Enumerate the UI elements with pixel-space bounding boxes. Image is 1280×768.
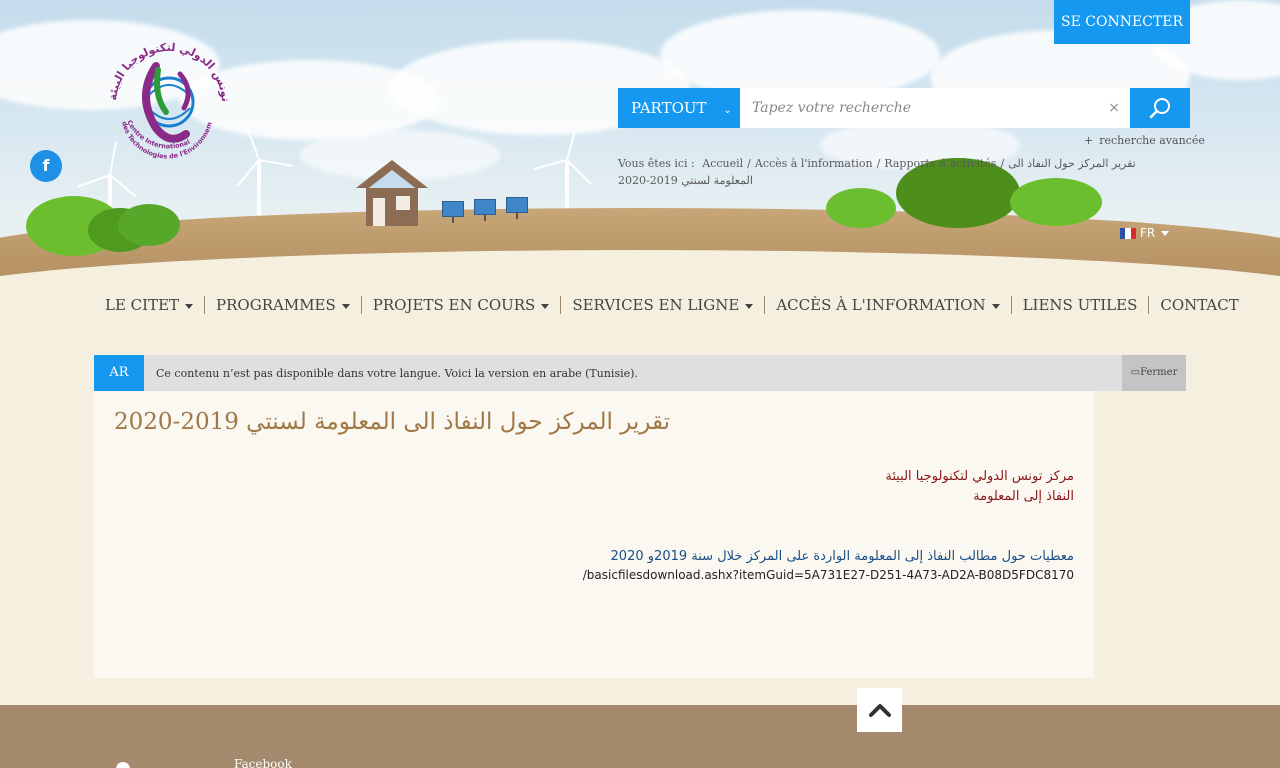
breadcrumb-home[interactable]: Accueil [702,157,743,170]
search-scope-dropdown[interactable]: PARTOUT ⌄ [618,88,740,128]
advanced-search-label: recherche avancée [1099,134,1205,147]
nav-item-liens-utiles[interactable]: LIENS UTILES [1010,296,1149,314]
footer-dot-icon [116,762,130,768]
lang-ar-button[interactable]: AR [94,355,144,391]
bush [118,204,180,246]
nav-item-contact[interactable]: CONTACT [1148,296,1249,314]
page-title: تقرير المركز حول النفاذ الى المعلومة لسن… [114,409,671,435]
language-label: FR [1140,226,1156,240]
citet-logo-icon: مركز تونس الدولي لتكنولوجيا البيئة Centr… [92,16,232,161]
report-url: /basicfilesdownload.ashx?itemGuid=5A731E… [582,568,1074,582]
main-content: تقرير المركز حول النفاذ الى المعلومة لسن… [94,391,1094,678]
nav-item-projets[interactable]: PROJETS EN COURS [360,296,561,314]
org-info: مركز تونس الدولي لتكنولوجيا البيئة النفا… [885,467,1074,507]
search-placeholder: Tapez votre recherche [752,100,912,116]
nav-item-acces-information[interactable]: ACCÈS À L'INFORMATION [764,296,1010,314]
org-name: مركز تونس الدولي لتكنولوجيا البيئة [885,469,1074,484]
caret-down-icon [185,303,194,309]
site-header: مركز تونس الدولي لتكنولوجيا البيئة Centr… [0,0,1280,290]
report-link[interactable]: معطيات حول مطالب النفاذ إلى المعلومة الو… [611,547,1074,567]
breadcrumb: Vous êtes ici : Accueil / Accès à l'inform… [618,157,1136,187]
caret-down-icon [341,303,350,309]
close-icon[interactable]: × [1108,88,1120,128]
footer-facebook-link[interactable]: Facebook [234,757,292,768]
main-nav: LE CITET PROGRAMMES PROJETS EN COURS SER… [94,292,1250,318]
bush [826,188,896,228]
facebook-button[interactable]: f [30,150,62,182]
search-input[interactable]: Tapez votre recherche × [740,88,1130,128]
search-button[interactable] [1130,88,1190,128]
nav-item-le-citet[interactable]: LE CITET [94,296,204,314]
language-selector[interactable]: FR [1120,226,1170,240]
plus-icon: + [1084,134,1094,147]
caret-down-icon [1161,230,1170,236]
svg-text:مركز تونس الدولي لتكنولوجيا ال: مركز تونس الدولي لتكنولوجيا البيئة [96,26,232,106]
nav-item-services[interactable]: SERVICES EN LIGNE [560,296,764,314]
cloud [660,10,940,100]
org-subtitle: النفاذ إلى المعلومة [973,489,1074,504]
chevron-down-icon: ⌄ [723,105,732,116]
house-icon [356,160,428,226]
breadcrumb-prefix: Vous êtes ici : [618,157,695,170]
facebook-icon: f [42,156,50,175]
site-logo[interactable]: مركز تونس الدولي لتكنولوجيا البيئة Centr… [92,16,242,172]
close-icon: ▭ [1130,367,1141,378]
advanced-search-link[interactable]: + recherche avancée [1084,134,1205,147]
caret-down-icon [541,303,550,309]
flag-fr-icon [1120,227,1136,239]
caret-down-icon [745,303,754,309]
notice-close-button[interactable]: ▭Fermer [1122,355,1186,391]
login-button[interactable]: SE CONNECTER [1054,0,1190,44]
search-bar: PARTOUT ⌄ Tapez votre recherche × [618,88,1190,128]
chevron-up-icon [868,704,891,717]
notice-message: Ce contenu n’est pas disponible dans vot… [156,366,638,380]
caret-down-icon [991,303,1000,309]
search-icon [1149,98,1170,119]
language-notice: AR Ce contenu n’est pas disponible dans … [94,355,1186,391]
notice-close-label: Fermer [1140,367,1178,378]
search-scope-label: PARTOUT [631,99,707,117]
breadcrumb-access-info[interactable]: Accès à l'information [755,157,873,170]
scroll-to-top-button[interactable] [857,688,902,732]
nav-item-programmes[interactable]: PROGRAMMES [204,296,361,314]
breadcrumb-reports[interactable]: Rapports d’activités [884,157,996,170]
site-footer: Facebook [0,705,1280,768]
